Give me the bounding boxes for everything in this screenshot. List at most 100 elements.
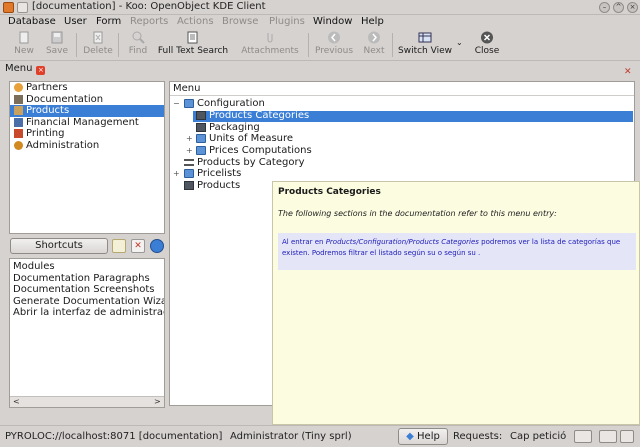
document-icon: [196, 111, 206, 120]
tooltip-documentation-entry: Al entrar en Products/Configuration/Prod…: [278, 233, 636, 270]
menu-user[interactable]: User: [64, 16, 87, 27]
menubar: Database User Form Reports Actions Brows…: [0, 15, 640, 29]
new-icon: [18, 31, 29, 44]
expander-icon[interactable]: +: [173, 168, 181, 179]
documentation-tooltip: Products Categories The following sectio…: [272, 181, 640, 425]
documentation-icon: [14, 94, 23, 104]
shortcut-item[interactable]: Documentation Screenshots: [10, 284, 164, 296]
list-icon: [184, 159, 194, 166]
menu-form[interactable]: Form: [96, 16, 121, 27]
close-tab-icon[interactable]: ✕: [624, 67, 632, 77]
folder-icon: [184, 169, 194, 178]
menu-actions[interactable]: Actions: [177, 16, 214, 27]
minimize-icon[interactable]: –: [599, 2, 610, 13]
menu-window[interactable]: Window: [313, 16, 352, 27]
tab-close-icon[interactable]: ×: [36, 66, 46, 75]
close-icon: [481, 31, 493, 44]
expander-icon[interactable]: +: [186, 133, 194, 144]
requests-value: Cap petició: [510, 431, 567, 442]
shortcuts-list: Modules Documentation Paragraphs Documen…: [9, 258, 165, 408]
close-button[interactable]: Close: [472, 31, 502, 59]
statusbar: PYROLOC://localhost:8071 [documentation]…: [0, 425, 640, 447]
scroll-right-icon[interactable]: >: [154, 397, 161, 407]
next-icon: [368, 31, 380, 44]
window-title: [documentation] - Koo: OpenObject KDE Cl…: [32, 1, 266, 12]
sidebar-item-printing[interactable]: Printing: [10, 128, 164, 140]
full-text-search-icon: [187, 31, 198, 44]
menu-browse[interactable]: Browse: [222, 16, 258, 27]
shortcuts-toolbar: Shortcuts ✕: [9, 238, 165, 254]
document-icon: [184, 181, 194, 190]
shortcut-item[interactable]: Abrir la interfaz de administración: [10, 307, 164, 319]
connection-status: PYROLOC://localhost:8071 [documentation]: [5, 431, 223, 442]
documentation-link[interactable]: Products/Configuration/Products Categori…: [326, 238, 479, 246]
tab-menu[interactable]: Menu ×: [5, 63, 46, 76]
partners-icon: [14, 83, 23, 92]
sidebar-item-documentation[interactable]: Documentation: [10, 94, 164, 106]
tree-header: Menu: [170, 82, 634, 96]
menu-help[interactable]: Help: [361, 16, 384, 27]
sidebar-item-financial-management[interactable]: Financial Management: [10, 117, 164, 129]
toolbar-separator: [392, 33, 393, 57]
window-titlebar: [documentation] - Koo: OpenObject KDE Cl…: [0, 0, 640, 15]
help-icon: ◆: [406, 431, 418, 442]
document-icon: [196, 123, 206, 132]
sidebar-item-partners[interactable]: Partners: [10, 82, 164, 94]
finance-icon: [14, 117, 23, 127]
toolbar-separator: [76, 33, 77, 57]
menu-database[interactable]: Database: [8, 16, 56, 27]
app-icon[interactable]: [3, 2, 14, 13]
remove-shortcut-icon[interactable]: ✕: [131, 239, 145, 253]
new-request-icon[interactable]: [599, 430, 617, 443]
shortcuts-button[interactable]: Shortcuts: [10, 238, 108, 254]
find-button[interactable]: Find: [124, 31, 152, 59]
folder-icon: [196, 134, 206, 143]
delete-icon: [93, 31, 103, 44]
chevron-down-icon[interactable]: ⌄: [456, 38, 463, 47]
shortcut-item[interactable]: Documentation Paragraphs: [10, 273, 164, 285]
sidebar-item-products[interactable]: Products: [10, 105, 164, 117]
menu-plugins[interactable]: Plugins: [269, 16, 305, 27]
delete-button[interactable]: Delete: [82, 31, 114, 59]
pin-icon[interactable]: [17, 2, 28, 13]
save-icon: [51, 31, 63, 44]
shortcut-item[interactable]: Generate Documentation Wizard: [10, 296, 164, 308]
menu-reports[interactable]: Reports: [130, 16, 168, 27]
horizontal-scrollbar[interactable]: < >: [10, 396, 164, 407]
tooltip-title: Products Categories: [278, 187, 381, 197]
full-text-search-button[interactable]: Full Text Search: [155, 31, 231, 59]
send-request-icon[interactable]: [620, 430, 634, 443]
tooltip-subtitle: The following sections in the documentat…: [278, 209, 557, 218]
save-button[interactable]: Save: [43, 31, 71, 59]
read-requests-icon[interactable]: [574, 430, 592, 443]
folder-icon: [184, 99, 194, 108]
maximize-icon[interactable]: ^: [613, 2, 624, 13]
expander-icon[interactable]: +: [186, 145, 194, 156]
sidebar-menu-list: Partners Documentation Products Financia…: [9, 81, 165, 234]
user-status: Administrator (Tiny sprl): [230, 431, 352, 442]
switch-view-button[interactable]: Switch View: [396, 31, 454, 59]
go-shortcut-icon[interactable]: [150, 239, 164, 253]
folder-icon: [196, 146, 206, 155]
requests-label: Requests:: [453, 431, 503, 442]
scroll-left-icon[interactable]: <: [13, 397, 20, 407]
sidebar-item-administration[interactable]: Administration: [10, 140, 164, 152]
expander-icon[interactable]: −: [173, 98, 181, 109]
toolbar: New Save Delete Find Full Text Search At…: [0, 29, 640, 61]
new-button[interactable]: New: [10, 31, 38, 59]
toolbar-separator: [308, 33, 309, 57]
toolbar-separator: [118, 33, 119, 57]
switch-view-icon: [418, 32, 432, 43]
paperclip-icon: [267, 33, 273, 43]
shortcut-item[interactable]: Modules: [10, 261, 164, 273]
previous-button[interactable]: Previous: [314, 31, 354, 59]
close-window-icon[interactable]: ×: [627, 2, 638, 13]
tab-label: Menu: [5, 63, 33, 74]
administration-icon: [14, 140, 23, 150]
next-button[interactable]: Next: [361, 31, 387, 59]
add-shortcut-icon[interactable]: [112, 239, 126, 253]
help-button[interactable]: ◆ Help: [398, 428, 448, 445]
printing-icon: [14, 129, 23, 138]
attachments-button[interactable]: Attachments: [237, 31, 303, 59]
previous-icon: [328, 31, 340, 44]
